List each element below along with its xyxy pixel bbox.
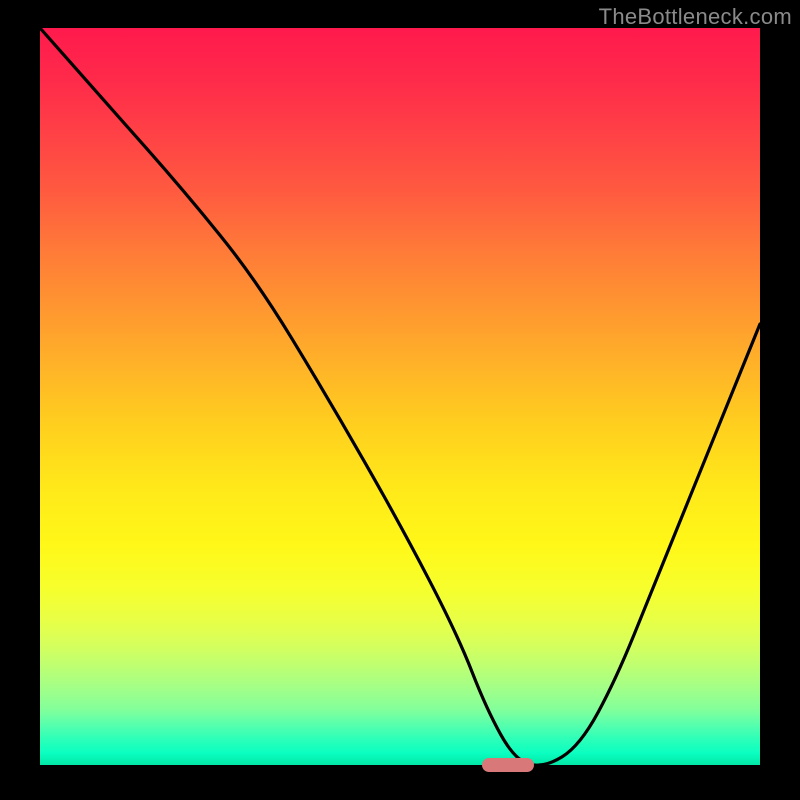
x-axis-baseline xyxy=(40,765,760,768)
curve-svg xyxy=(40,28,760,768)
watermark-label: TheBottleneck.com xyxy=(599,4,792,30)
bottleneck-curve-path xyxy=(40,28,760,765)
optimal-range-marker xyxy=(482,758,533,772)
plot-area xyxy=(40,28,760,768)
chart-frame: TheBottleneck.com xyxy=(0,0,800,800)
